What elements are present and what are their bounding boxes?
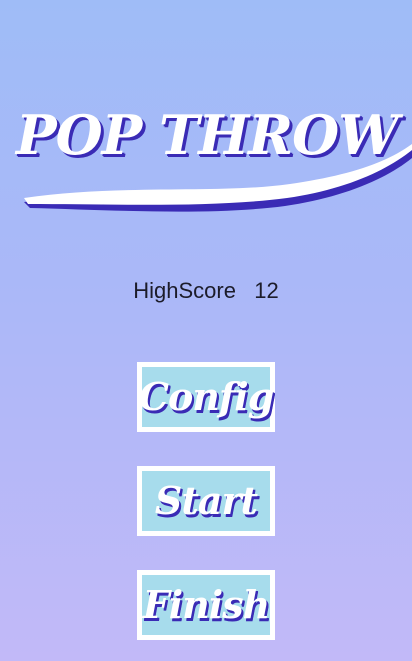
finish-button-label: Finish [142, 582, 270, 627]
highscore-display: HighScore 12 [0, 278, 412, 304]
start-button-label: Start [154, 478, 258, 523]
game-logo: POP THROW [0, 100, 412, 220]
highscore-label: HighScore [133, 278, 236, 303]
game-title: POP THROW [16, 103, 399, 167]
start-button[interactable]: Start [137, 466, 275, 536]
highscore-value: 12 [254, 278, 279, 303]
config-button[interactable]: Config [137, 362, 275, 432]
finish-button[interactable]: Finish [137, 570, 275, 640]
config-button-label: Config [138, 374, 275, 419]
